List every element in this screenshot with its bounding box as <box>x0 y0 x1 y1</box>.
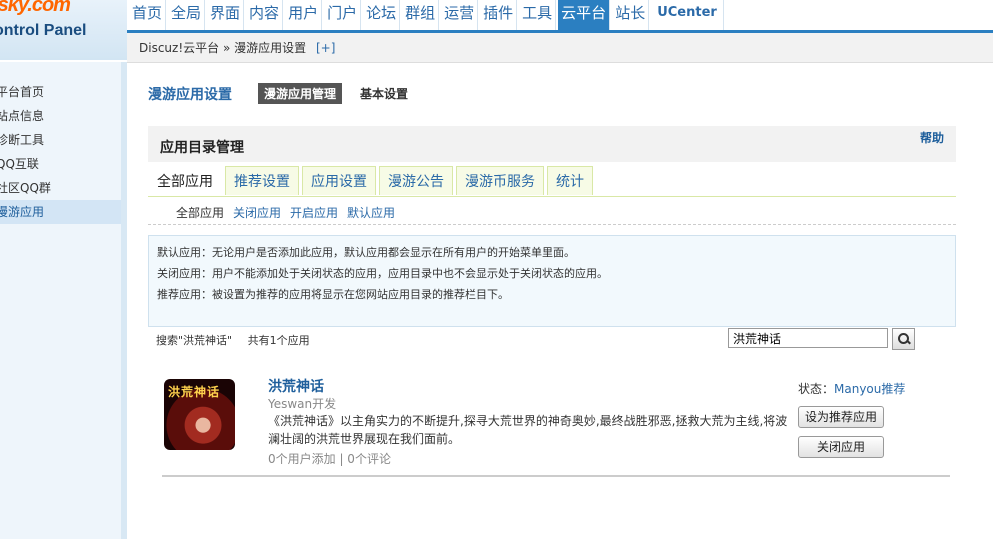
app-item: 洪荒神话 洪荒神话 Yeswan开发 《洪荒神话》以主角实力的不断提升,探寻大荒… <box>162 377 952 477</box>
nav-item[interactable]: 插件 <box>480 0 518 30</box>
tab[interactable]: 漫游公告 <box>379 166 453 195</box>
breadcrumb-add-button[interactable]: [+] <box>316 41 335 55</box>
subtab-basic-settings[interactable]: 基本设置 <box>360 85 408 102</box>
app-icon[interactable]: 洪荒神话 <box>164 379 235 450</box>
filter-link[interactable]: 默认应用 <box>347 206 395 220</box>
notice-recommended: 推荐应用：被设置为推荐的应用将显示在您网站应用目录的推荐栏目下。 <box>157 288 509 301</box>
sidebar-item[interactable]: QQ互联 <box>0 152 121 176</box>
nav-item[interactable]: 云平台 <box>558 0 611 30</box>
logo: fsky.com ontrol Panel <box>0 0 127 60</box>
app-meta: 0个用户添加 | 0个评论 <box>268 452 391 466</box>
close-app-button[interactable]: 关闭应用 <box>798 436 884 458</box>
nav-item[interactable]: 群组 <box>402 0 440 30</box>
nav-item[interactable]: 全局 <box>168 0 206 30</box>
breadcrumb: Discuz!云平台 » 漫游应用设置 [+] <box>127 33 993 63</box>
subtab-manage[interactable]: 漫游应用管理 <box>258 83 343 104</box>
set-recommended-button[interactable]: 设为推荐应用 <box>798 406 884 428</box>
notice-box: 默认应用：无论用户是否添加此应用，默认应用都会显示在所有用户的开始菜单里面。 关… <box>148 235 956 327</box>
search-summary: 搜索"洪荒神话" 共有1个应用 <box>156 332 310 348</box>
header: fsky.com ontrol Panel 首页全局界面内容用户门户论坛群组运营… <box>0 0 993 63</box>
breadcrumb-text: Discuz!云平台 » 漫游应用设置 <box>139 41 307 55</box>
divider <box>162 475 950 477</box>
help-link[interactable]: 帮助 <box>920 129 944 146</box>
divider <box>148 224 956 225</box>
tab-bar: 全部应用 推荐设置 应用设置 漫游公告 漫游币服务 统计 <box>148 166 956 197</box>
nav-item[interactable]: 首页 <box>129 0 167 30</box>
app-developer: Yeswan开发 <box>268 397 337 411</box>
sidebar-item[interactable]: 社区QQ群 <box>0 176 121 200</box>
nav-item[interactable]: 站长 <box>612 0 650 30</box>
notice-closed: 关闭应用：用户不能添加处于关闭状态的应用，应用目录中也不会显示处于关闭状态的应用… <box>157 267 608 280</box>
app-name-link[interactable]: 洪荒神话 <box>268 376 324 396</box>
nav-item[interactable]: 论坛 <box>363 0 401 30</box>
app-description: 《洪荒神话》以主角实力的不断提升,探寻大荒世界的神奇奥妙,最终战胜邪恶,拯救大荒… <box>268 414 788 446</box>
tab[interactable]: 统计 <box>547 166 593 195</box>
notice-default: 默认应用：无论用户是否添加此应用，默认应用都会显示在所有用户的开始菜单里面。 <box>157 246 575 259</box>
filter-link[interactable]: 开启应用 <box>290 206 338 220</box>
tab[interactable]: 漫游币服务 <box>456 166 544 195</box>
sidebar-item[interactable]: 站点信息 <box>0 104 121 128</box>
section-heading: 应用目录管理 <box>160 140 244 156</box>
nav-item[interactable]: 界面 <box>207 0 245 30</box>
tab[interactable]: 推荐设置 <box>225 166 299 195</box>
filter-link[interactable]: 关闭应用 <box>233 206 281 220</box>
search-input[interactable] <box>728 328 888 348</box>
nav-item[interactable]: 用户 <box>285 0 323 30</box>
nav-item[interactable]: 内容 <box>246 0 284 30</box>
app-icon-text: 洪荒神话 <box>168 385 221 399</box>
tab[interactable]: 全部应用 <box>148 166 222 195</box>
status-label: 状态： <box>798 382 835 396</box>
logo-brand: fsky.com <box>0 0 71 16</box>
nav-item[interactable]: 工具 <box>519 0 557 30</box>
filter-link[interactable]: 全部应用 <box>176 206 224 220</box>
nav-item[interactable]: UCenter <box>651 0 724 30</box>
sidebar-scrollbar[interactable] <box>121 62 127 539</box>
section-header: 应用目录管理 帮助 <box>148 126 956 162</box>
tab[interactable]: 应用设置 <box>302 166 376 195</box>
filter-links: 全部应用 关闭应用 开启应用 默认应用 <box>176 204 404 221</box>
nav-item[interactable]: 运营 <box>441 0 479 30</box>
result-count: 共有1个应用 <box>247 334 310 347</box>
nav-item[interactable]: 门户 <box>324 0 362 30</box>
search-button[interactable] <box>892 328 915 350</box>
status-value: Manyou推荐 <box>834 382 906 396</box>
sidebar-item[interactable]: 漫游应用 <box>0 200 121 224</box>
logo-subtitle: ontrol Panel <box>0 22 87 39</box>
page-title: 漫游应用设置 <box>148 87 232 103</box>
sidebar-item[interactable]: 诊断工具 <box>0 128 121 152</box>
top-nav: 首页 全局 界面 内容 用户 门户 论坛 群组 运营 插件 工具 云平台 站长 UCenter <box>127 0 993 33</box>
search-label: 搜索"洪荒神话" <box>156 334 233 347</box>
sidebar-list: 平台首页 站点信息 诊断工具 QQ互联 社区QQ群 漫游应用 <box>0 62 121 224</box>
sidebar-item[interactable]: 平台首页 <box>0 80 121 104</box>
sidebar: 平台首页 站点信息 诊断工具 QQ互联 社区QQ群 漫游应用 <box>0 62 127 539</box>
app-status: 状态：Manyou推荐 <box>798 380 905 397</box>
